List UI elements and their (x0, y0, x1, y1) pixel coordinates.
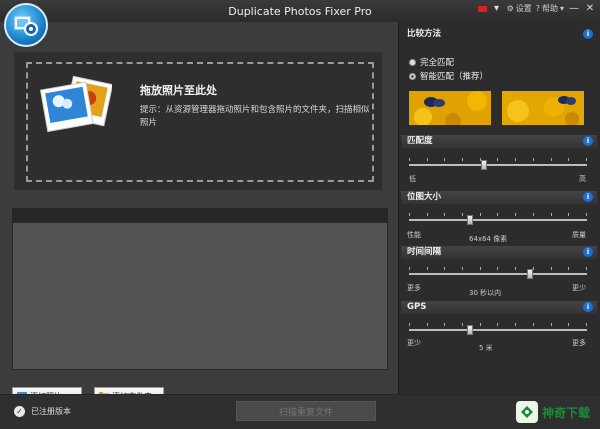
match-level-title: 匹配度 (407, 136, 433, 146)
time-interval-value: 30 秒以内 (469, 289, 502, 297)
bitmap-size-value: 64x64 像素 (469, 235, 508, 243)
settings-label: 设置 (515, 4, 532, 13)
registration-status: ✓ 已注册版本 (14, 406, 71, 417)
match-level-min-label: 低 (409, 175, 416, 183)
butterfly-image-icon (409, 91, 491, 125)
slider-knob[interactable] (466, 325, 473, 335)
file-list-header (12, 208, 388, 222)
butterfly-image-icon (502, 91, 584, 125)
help-menu[interactable]: ? 帮助 ▾ (536, 3, 564, 14)
file-list[interactable] (12, 222, 388, 370)
option-exact-match[interactable]: 完全匹配 (409, 56, 454, 68)
slider-knob[interactable] (466, 215, 473, 225)
time-interval-max-label: 更少 (572, 284, 586, 292)
sample-thumbnail-left (409, 91, 491, 125)
watermark-text: 神奇下载 (541, 405, 590, 420)
option-smart-match-label: 智能匹配（推荐） (420, 72, 489, 82)
bitmap-size-heading: 位图大小 i (401, 191, 597, 204)
bottom-bar: ✓ 已注册版本 扫描重复文件 神奇下载 (0, 394, 600, 429)
gps-heading: GPS i (401, 301, 597, 314)
gps-max-label: 更多 (572, 339, 586, 347)
watermark: 神奇下载 (515, 401, 590, 423)
drop-zone[interactable]: 拖放照片至此处 提示：从资源管理器拖动照片和包含照片的文件夹，扫描相似照片 (26, 62, 374, 182)
slider-ticks (409, 267, 587, 271)
slider-track (409, 219, 587, 221)
time-interval-title: 时间间隔 (407, 247, 442, 257)
bitmap-size-max-label: 质量 (572, 231, 586, 239)
drop-zone-title: 拖放照片至此处 (140, 84, 217, 97)
match-level-heading: 匹配度 i (401, 135, 597, 148)
slider-knob[interactable] (480, 160, 487, 170)
gps-min-label: 更少 (407, 339, 421, 347)
left-pane: 拖放照片至此处 提示：从资源管理器拖动照片和包含照片的文件夹，扫描相似照片 添加… (0, 22, 398, 405)
compare-method-title: 比较方法 (407, 29, 442, 39)
help-label: 帮助 (541, 4, 558, 13)
info-icon[interactable]: i (583, 192, 593, 202)
gps-title: GPS (407, 302, 427, 312)
top-right-menu: ▾ ⚙ 设置 ? 帮助 ▾ — ✕ (477, 3, 596, 14)
settings-menu[interactable]: ⚙ 设置 (507, 3, 532, 14)
scan-duplicates-button[interactable]: 扫描重复文件 (236, 401, 376, 421)
slider-ticks (409, 323, 587, 327)
gear-photo-icon (14, 16, 38, 36)
gear-icon: ⚙ (506, 4, 514, 13)
slider-knob[interactable] (527, 269, 534, 279)
compare-method-heading: 比较方法 i (401, 28, 597, 41)
option-exact-match-label: 完全匹配 (420, 58, 455, 68)
slider-ticks (409, 213, 587, 217)
sample-thumbnail-right (502, 91, 584, 125)
check-icon: ✓ (14, 406, 25, 417)
info-icon[interactable]: i (583, 302, 593, 312)
slider-track (409, 164, 587, 166)
watermark-logo-icon (515, 401, 538, 423)
info-icon[interactable]: i (583, 29, 593, 39)
minimize-button[interactable]: — (568, 3, 580, 14)
drop-zone-hint: 提示：从资源管理器拖动照片和包含照片的文件夹，扫描相似照片 (140, 105, 370, 128)
time-interval-min-label: 更多 (407, 284, 421, 292)
slider-track (409, 273, 587, 275)
radio-exact-match[interactable] (409, 58, 416, 66)
slider-ticks (409, 158, 587, 162)
info-icon[interactable]: i (583, 247, 593, 257)
match-level-max-label: 高 (579, 175, 586, 183)
match-level-slider[interactable] (409, 158, 587, 170)
slider-track (409, 329, 587, 331)
gps-slider[interactable] (409, 323, 587, 335)
title-bar: Duplicate Photos Fixer Pro ▾ ⚙ 设置 ? 帮助 ▾… (0, 0, 600, 22)
chevron-down-icon: ▾ (559, 4, 564, 13)
language-flag-icon[interactable] (477, 5, 487, 12)
registration-label: 已注册版本 (31, 407, 71, 416)
close-button[interactable]: ✕ (584, 3, 596, 14)
bitmap-size-title: 位图大小 (407, 192, 442, 202)
time-interval-slider[interactable] (409, 267, 587, 279)
photos-icon (40, 75, 112, 133)
settings-sidebar: 比较方法 i 完全匹配 智能匹配（推荐） 匹配度 i 低 高 位图大小 i 性能… (398, 22, 600, 394)
bitmap-size-min-label: 性能 (407, 231, 421, 239)
option-smart-match[interactable]: 智能匹配（推荐） (409, 70, 488, 82)
radio-smart-match[interactable] (409, 72, 416, 80)
bitmap-size-slider[interactable] (409, 213, 587, 225)
app-logo (4, 3, 48, 47)
time-interval-heading: 时间间隔 i (401, 246, 597, 259)
help-icon: ? (535, 4, 540, 13)
chevron-down-icon[interactable]: ▾ (491, 3, 503, 14)
info-icon[interactable]: i (583, 136, 593, 146)
gps-value: 5 米 (479, 344, 493, 352)
